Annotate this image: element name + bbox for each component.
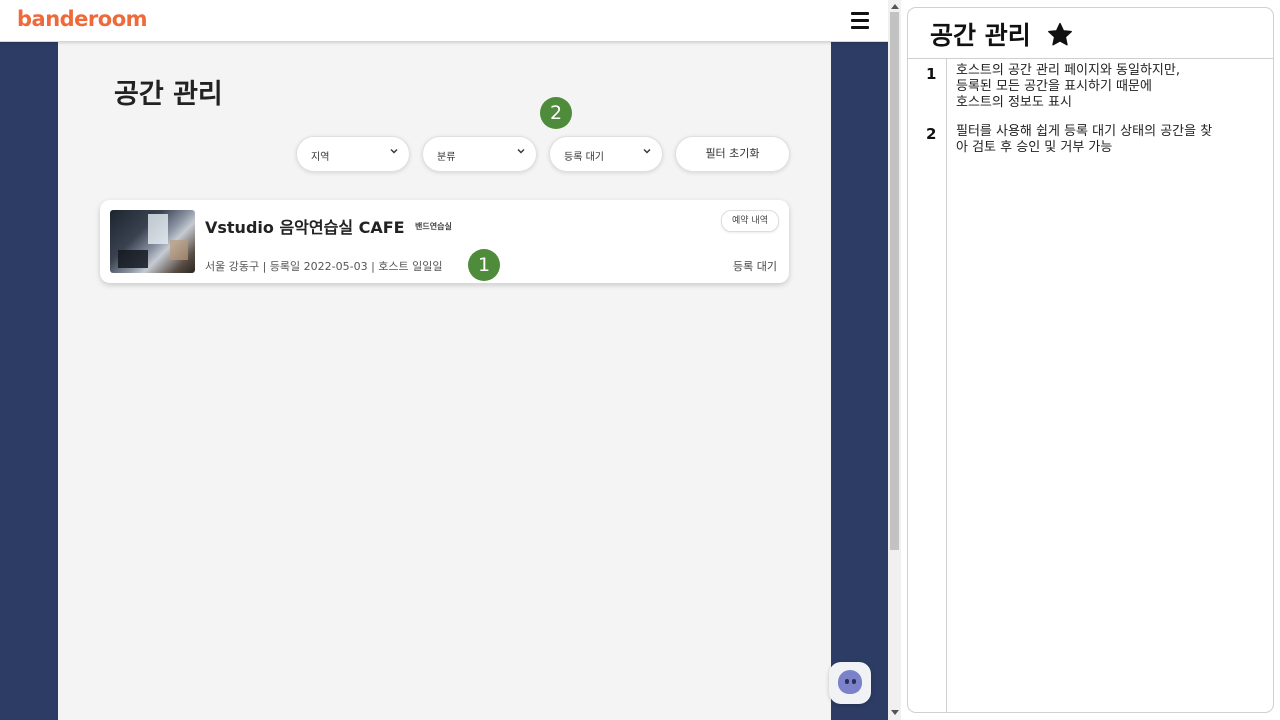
- status-filter-label: 등록 대기: [564, 152, 604, 163]
- callout-badge-1: 1: [468, 249, 500, 281]
- hamburger-menu-icon[interactable]: [851, 12, 869, 30]
- chevron-down-icon: [517, 149, 525, 154]
- panel-divider: [908, 58, 1273, 59]
- region-filter-label: 지역: [311, 152, 330, 163]
- filter-reset-button[interactable]: 필터 초기화: [675, 136, 790, 172]
- space-thumbnail[interactable]: [110, 210, 195, 273]
- scroll-up-icon[interactable]: [891, 4, 899, 9]
- page-scrollbar[interactable]: [888, 0, 901, 720]
- note-line: 호스트의 공간 관리 페이지와 동일하지만,: [956, 63, 1180, 78]
- note-line: 등록된 모든 공간을 표시하기 때문에: [956, 79, 1152, 94]
- space-category-tag: 밴드연습실: [415, 222, 452, 231]
- space-title[interactable]: Vstudio 음악연습실 CAFE: [205, 214, 405, 238]
- category-filter-label: 분류: [437, 152, 456, 163]
- chevron-down-icon: [643, 149, 651, 154]
- status-filter-select[interactable]: 등록 대기: [549, 136, 663, 172]
- banderoom-logo[interactable]: banderoom: [17, 7, 148, 31]
- chevron-down-icon: [390, 149, 398, 154]
- chatbot-icon: [838, 670, 862, 694]
- scrollbar-thumb[interactable]: [890, 12, 899, 550]
- space-meta: 서울 강동구 | 등록일 2022-05-03 | 호스트 일일일: [205, 260, 443, 273]
- note-text: 필터를 사용해 쉽게 등록 대기 상태의 공간을 찾 아 검토 후 승인 및 거…: [956, 124, 1264, 156]
- note-text: 호스트의 공간 관리 페이지와 동일하지만, 등록된 모든 공간을 표시하기 때…: [956, 63, 1264, 111]
- note-line: 필터를 사용해 쉽게 등록 대기 상태의 공간을 찾: [956, 124, 1213, 139]
- region-filter-select[interactable]: 지역: [296, 136, 410, 172]
- browser-viewport: banderoom 공간 관리 지역 분류 등록 대기 필터 초기화 2 Vst…: [0, 0, 888, 720]
- panel-column-divider: [946, 59, 947, 712]
- annotation-panel: 공간 관리 1 호스트의 공간 관리 페이지와 동일하지만, 등록된 모든 공간…: [907, 7, 1274, 713]
- status-badge: 등록 대기: [733, 260, 777, 273]
- main-content: 공간 관리 지역 분류 등록 대기 필터 초기화 2 Vstudio 음악연습실…: [58, 42, 831, 720]
- page-title: 공간 관리: [114, 79, 223, 110]
- scroll-down-icon[interactable]: [891, 710, 899, 715]
- chatbot-button[interactable]: [829, 662, 871, 704]
- space-card[interactable]: Vstudio 음악연습실 CAFE 밴드연습실 서울 강동구 | 등록일 20…: [100, 200, 789, 283]
- panel-title: 공간 관리: [930, 21, 1031, 50]
- star-icon: [1048, 22, 1072, 46]
- note-number: 2: [926, 125, 937, 143]
- note-line: 호스트의 정보도 표시: [956, 95, 1072, 110]
- reservation-history-button[interactable]: 예약 내역: [721, 210, 779, 232]
- note-line: 아 검토 후 승인 및 거부 가능: [956, 140, 1113, 155]
- top-navbar: banderoom: [0, 0, 888, 42]
- note-number: 1: [926, 65, 937, 83]
- category-filter-select[interactable]: 분류: [422, 136, 537, 172]
- callout-badge-2: 2: [540, 97, 572, 129]
